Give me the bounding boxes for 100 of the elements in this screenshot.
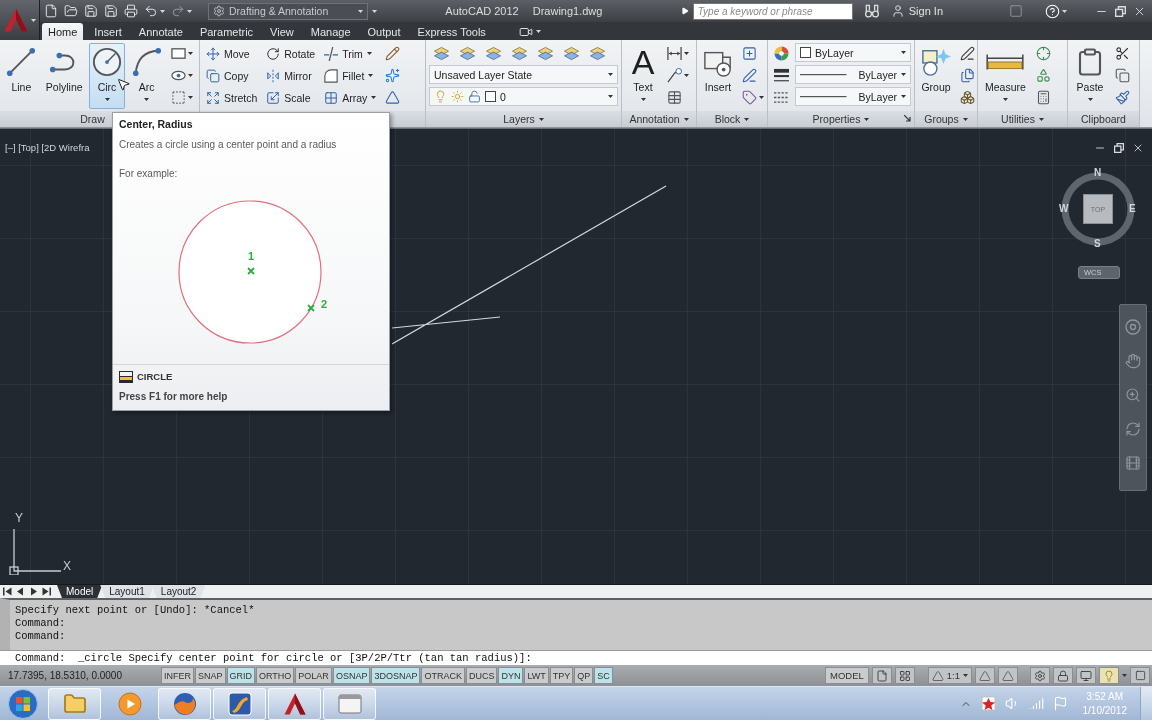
status-button[interactable] [1099,667,1119,684]
shapes-icon[interactable] [1035,68,1051,83]
tray-app-icon[interactable] [980,696,996,711]
ribbon-button[interactable]: Line [3,43,40,109]
layout-tab[interactable]: Layout1 [100,585,154,598]
taskbar-app[interactable] [213,687,266,720]
model-button[interactable]: MODEL [825,667,869,684]
status-toggle[interactable]: TPY [549,667,574,684]
ribbon-tool[interactable]: Trim [321,43,380,64]
taskbar-app[interactable] [158,687,211,720]
ribbon-tab[interactable]: Manage [304,23,357,40]
ellipse-icon[interactable] [171,68,186,83]
ribbon-tab[interactable]: Home [42,23,84,40]
layer-sheets-icon[interactable] [486,46,501,61]
document-icon[interactable] [44,4,58,18]
files-icon[interactable] [960,68,975,83]
ribbon-tool[interactable]: Scale [263,87,319,108]
ribbon-button[interactable]: A Text [625,43,661,109]
compass-letter[interactable]: S [1094,238,1101,249]
panel-title[interactable]: Utilities [1001,113,1044,125]
status-button[interactable] [1030,667,1050,684]
compass-letter[interactable]: W [1059,203,1069,214]
status-toggle[interactable]: POLAR [295,667,332,684]
restore-icon[interactable] [1115,5,1126,17]
ribbon-tab[interactable]: Parametric [193,23,260,40]
ribbon-tab[interactable]: Annotate [132,23,189,40]
table-icon[interactable] [667,90,682,105]
rectangle-icon[interactable] [171,46,186,61]
status-button[interactable] [975,667,995,684]
viewport-label[interactable]: [–] [Top] [2D Wirefra [5,142,90,153]
film-icon[interactable] [1125,455,1141,471]
ribbon-tool[interactable]: Move [203,43,261,64]
layer-sheets-icon[interactable] [512,46,527,61]
color-wheel-icon[interactable] [774,46,789,61]
status-button[interactable] [871,667,892,684]
pencil-icon[interactable] [385,46,401,61]
status-toggle[interactable]: SNAP [195,667,226,684]
calculator-icon[interactable] [1035,90,1051,105]
scissors-icon[interactable] [1115,46,1130,61]
application-menu-button[interactable] [0,0,40,40]
status-button[interactable] [1076,667,1096,684]
status-button[interactable] [894,667,915,684]
dropdown-field[interactable]: ByLayer [795,87,911,106]
sparkles-icon[interactable] [385,68,401,83]
status-toggle[interactable]: DUCS [465,667,498,684]
tab-scroll-arrow-icon[interactable] [42,587,51,596]
undo-arrow-icon[interactable] [144,4,158,18]
layer-sheets-icon[interactable] [538,46,553,61]
ribbon-tab[interactable]: Output [361,23,407,40]
dashed-square-icon[interactable] [171,90,186,105]
panel-title[interactable]: Block [714,113,750,125]
layer-sheets-icon[interactable] [564,46,579,61]
panel-title[interactable]: Annotation [629,113,689,125]
pen-line-icon[interactable] [960,46,975,61]
command-input[interactable]: Command: _circle Specify center point for circle or [3P/2P/Ttr (tan tan radius)]: [0,650,1152,665]
orbit-arrows-icon[interactable] [1125,421,1141,437]
status-button[interactable] [998,667,1018,684]
status-toggle[interactable]: INFER [161,667,194,684]
status-toggle[interactable]: ORTHO [256,667,295,684]
taskbar-app[interactable] [268,687,321,720]
restore-icon[interactable] [1114,143,1124,153]
square-icon[interactable] [1009,4,1023,18]
start-orb-icon[interactable] [8,688,38,719]
annotation-scale-dropdown[interactable]: 1:1 [927,667,972,684]
layout-tab[interactable]: Model [57,585,103,598]
sign-in-button[interactable]: Sign In [890,4,943,18]
compass-letter[interactable]: E [1129,203,1136,214]
ribbon-button[interactable]: Insert [700,43,736,109]
layout-tab[interactable]: Layout2 [151,585,206,598]
tab-scroll-arrow-icon[interactable] [3,587,12,596]
square-plus-icon[interactable] [742,46,757,61]
ribbon-tool[interactable]: Copy [203,65,261,86]
ribbon-button[interactable]: Measure [981,43,1030,109]
workspace-dropdown[interactable]: Drafting & Annotation [208,2,368,20]
close-icon[interactable] [1132,142,1144,154]
ribbon-button[interactable]: Paste [1071,43,1109,109]
layer-sheets-icon[interactable] [590,46,605,61]
ribbon-button[interactable]: Arc [128,43,165,109]
status-toggle[interactable]: 3DOSNAP [371,667,421,684]
copy-icon[interactable] [1115,68,1130,83]
status-toggle[interactable]: LWT [524,667,549,684]
status-toggle[interactable]: QP [574,667,594,684]
zoom-icon[interactable] [1125,387,1141,403]
leader-icon[interactable] [667,68,682,83]
compass-letter[interactable]: N [1094,167,1102,178]
panel-title[interactable]: Clipboard [1081,113,1126,125]
redo-arrow-icon[interactable] [171,4,185,18]
linetype-icon[interactable] [774,90,789,105]
status-toggle[interactable]: DYN [498,667,524,684]
launcher-arrow-icon[interactable] [904,115,911,122]
tag-icon[interactable] [742,90,757,105]
steering-wheel-icon[interactable] [1125,319,1141,335]
status-toggle[interactable]: OSNAP [332,667,371,684]
dropdown-field[interactable]: Unsaved Layer State [429,65,618,84]
ribbon-tool[interactable]: Array [321,87,380,108]
lineweight-icon[interactable] [774,68,789,83]
ribbon-tool[interactable]: Fillet [321,65,380,86]
ribbon-tool[interactable]: Stretch [203,87,261,108]
dropdown-field[interactable]: ByLayer [795,65,911,84]
panel-title[interactable]: Properties [812,113,870,125]
